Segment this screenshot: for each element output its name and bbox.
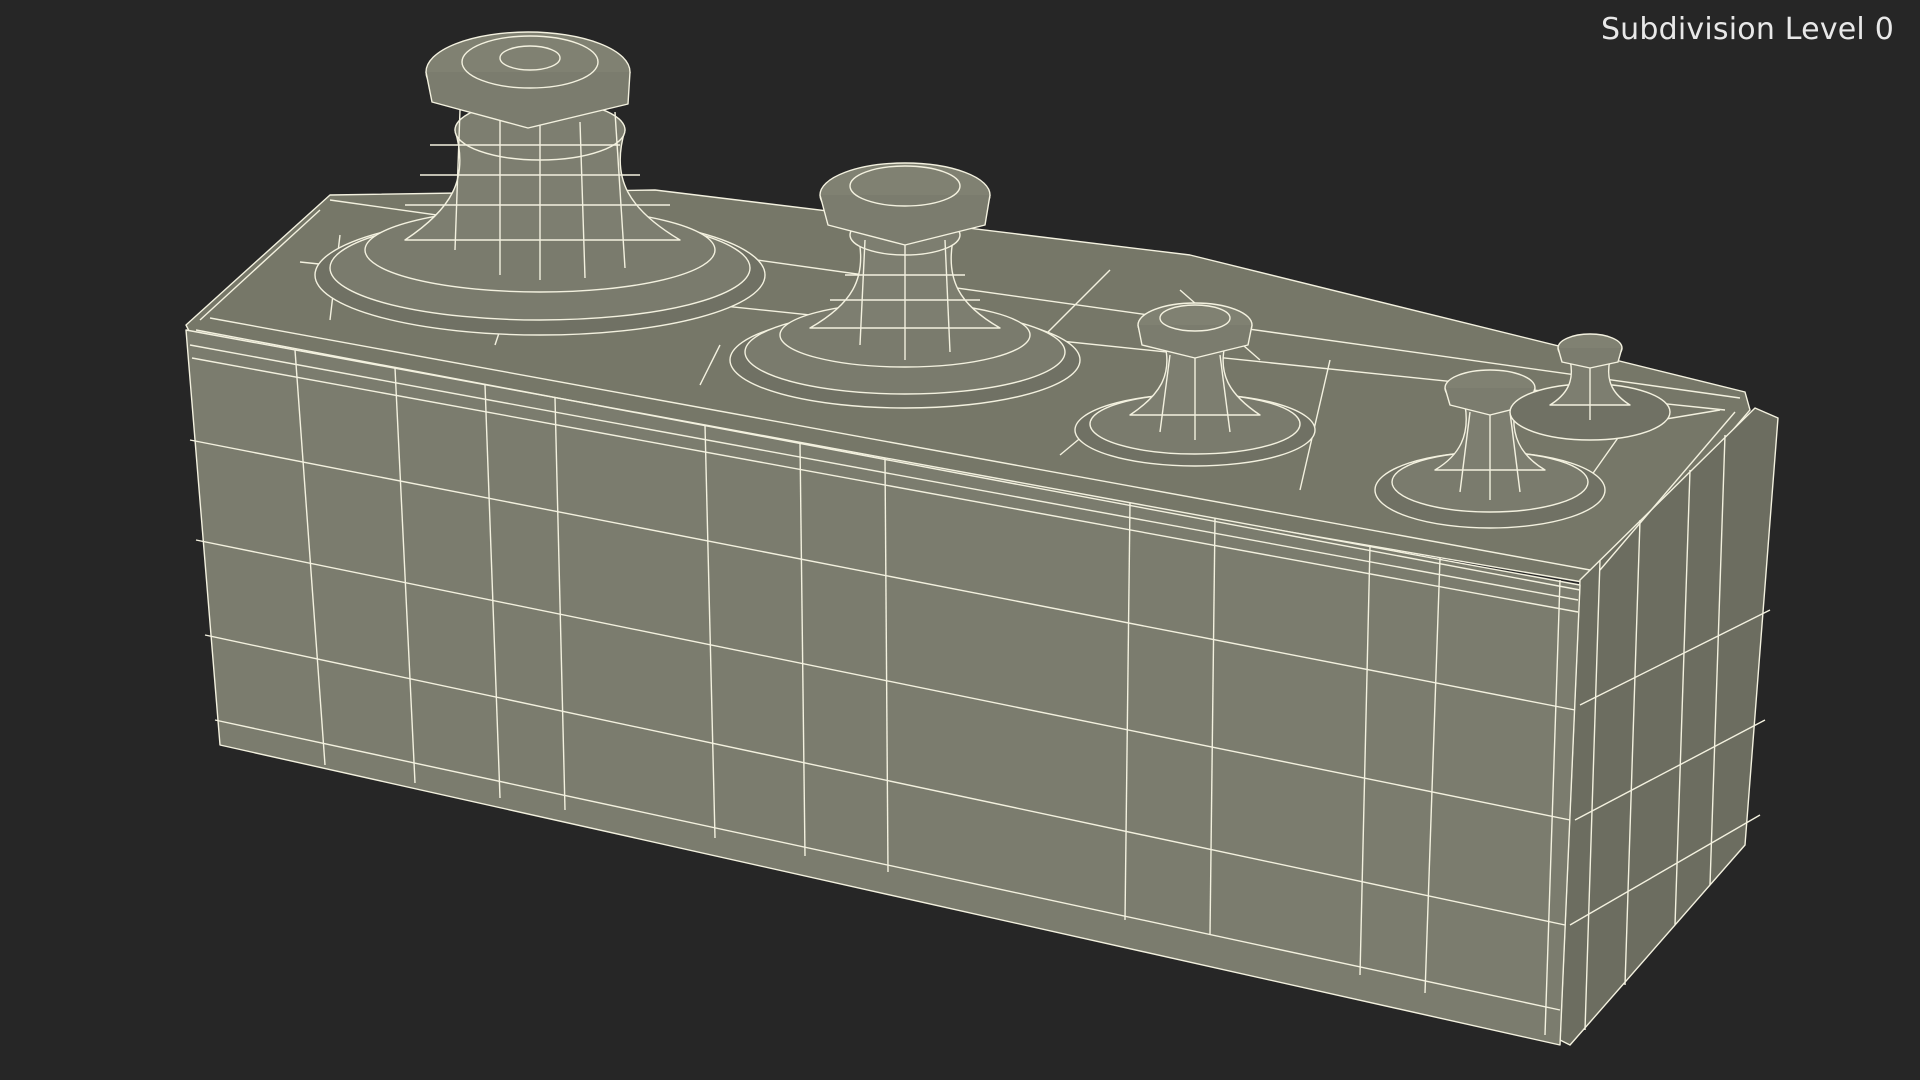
- knob-large: [314, 31, 766, 336]
- subdivision-level-label: Subdivision Level 0: [1600, 12, 1894, 47]
- box-model: [185, 31, 1779, 1046]
- wireframe-render: [185, 31, 1779, 1046]
- 3d-viewport[interactable]: Subdivision Level 0: [0, 0, 1920, 1080]
